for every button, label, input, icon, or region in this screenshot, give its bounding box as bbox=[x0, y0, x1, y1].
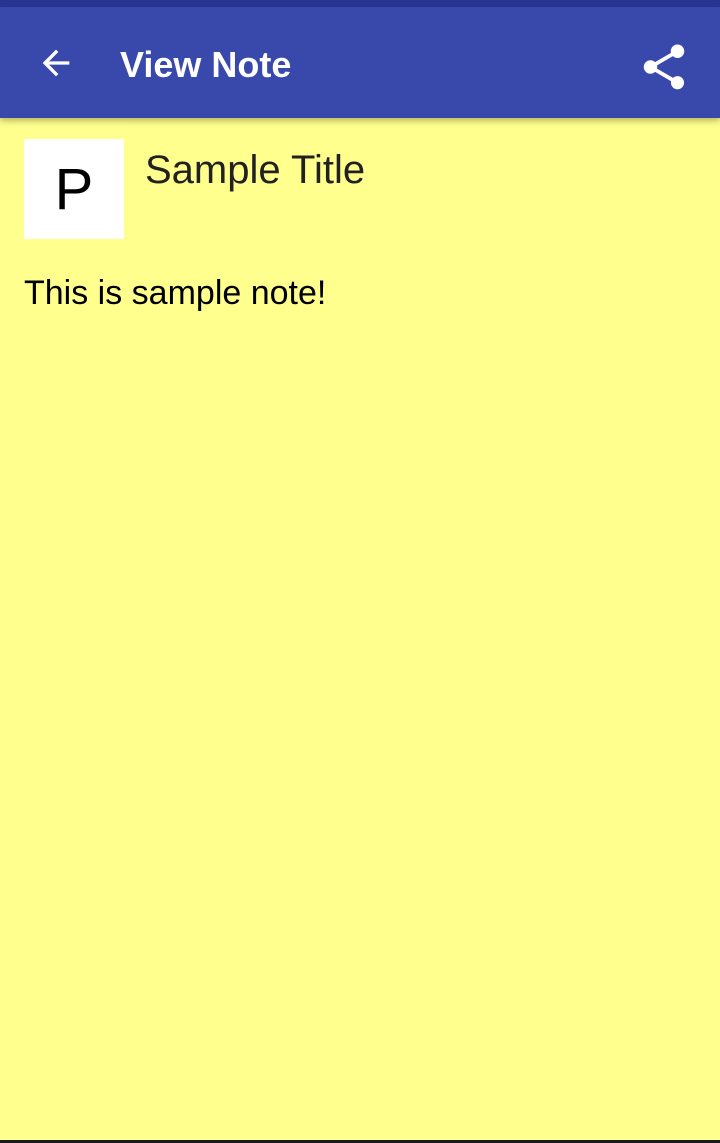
note-body: This is sample note! bbox=[24, 274, 327, 312]
note-content: P Sample Title This is sample note! bbox=[0, 118, 720, 1140]
back-button[interactable] bbox=[20, 27, 92, 99]
note-avatar: P bbox=[24, 139, 124, 239]
share-button[interactable] bbox=[626, 29, 702, 105]
status-bar bbox=[0, 0, 720, 7]
arrow-left-icon bbox=[42, 49, 70, 77]
share-icon bbox=[643, 44, 685, 90]
page-title: View Note bbox=[120, 44, 292, 85]
app-toolbar: View Note bbox=[0, 7, 720, 118]
note-title: Sample Title bbox=[145, 148, 366, 192]
